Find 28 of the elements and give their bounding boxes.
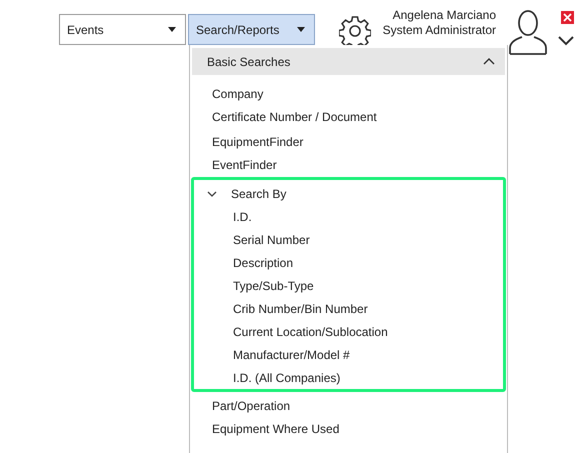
menu-item[interactable]: Manufacturer/Model # — [194, 343, 350, 366]
menu-item[interactable]: Equipment Where Used — [190, 417, 507, 440]
menu-item[interactable]: Certificate Number / Document — [190, 105, 507, 128]
close-icon[interactable] — [561, 11, 574, 24]
settings-icon[interactable] — [339, 15, 371, 47]
menu-section-header[interactable]: Basic Searches — [192, 48, 505, 75]
caret-icon — [297, 27, 305, 32]
menu-item[interactable]: Serial Number — [194, 228, 310, 251]
menu-item[interactable]: Company — [190, 82, 507, 105]
user-name: Angelena Marciano — [392, 8, 496, 22]
menu-item[interactable]: EquipmentFinder — [190, 130, 507, 153]
dropdown[interactable]: Events — [59, 14, 186, 45]
caret-icon — [168, 27, 176, 32]
menu-item[interactable]: EventFinder — [190, 153, 507, 176]
menu-item[interactable]: Crib Number/Bin Number — [194, 297, 368, 320]
menu-item[interactable]: Current Location/Sublocation — [194, 320, 388, 343]
chevron-up-icon — [483, 58, 495, 65]
menu-item[interactable]: I.D. — [194, 205, 252, 228]
menu-item[interactable]: Description — [194, 251, 294, 274]
chevron-down-icon[interactable] — [558, 36, 574, 46]
chevron-down-icon — [207, 190, 217, 196]
menu-item[interactable]: I.D. (All Companies) — [194, 366, 340, 389]
menu-item[interactable]: Type/Sub-Type — [194, 274, 314, 297]
avatar-icon[interactable] — [508, 9, 548, 55]
dropdown[interactable]: Search/Reports — [188, 14, 315, 45]
user-role: System Administrator — [382, 22, 496, 37]
menu-item[interactable]: Part/Operation — [190, 394, 507, 417]
menu-item[interactable]: Search By — [194, 182, 286, 205]
